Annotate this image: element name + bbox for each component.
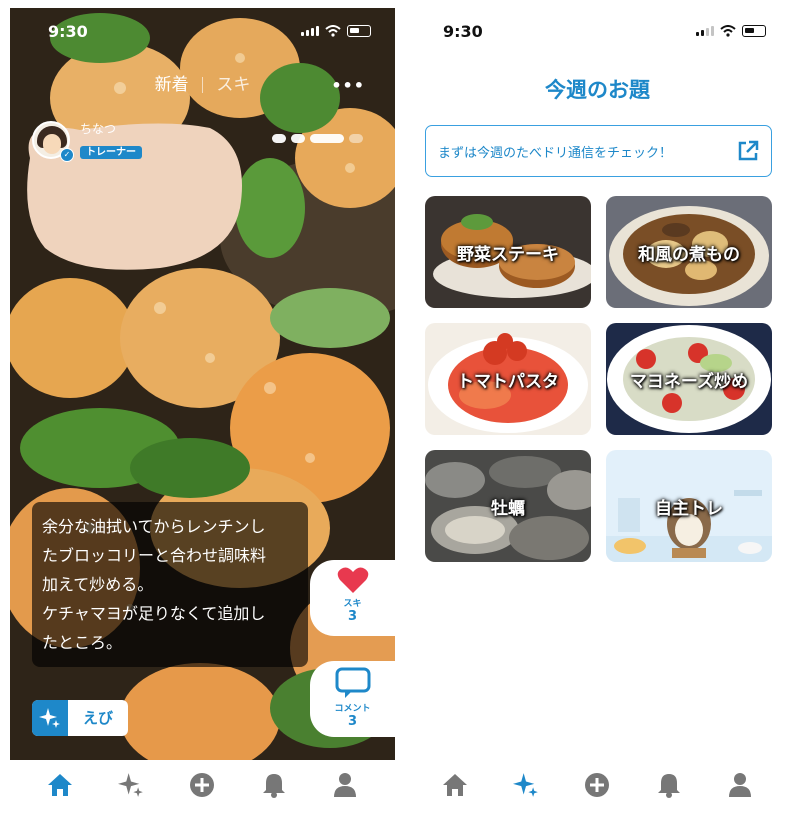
tab-like[interactable]: スキ: [208, 70, 258, 95]
caption-line: ケチャマヨが足りなくて追加し: [42, 604, 266, 623]
status-time: 9:30: [48, 22, 88, 41]
wifi-icon: [325, 25, 341, 37]
tab-divider: [202, 77, 203, 93]
bell-icon[interactable]: [653, 769, 685, 801]
comment-bubble-icon: [335, 667, 370, 698]
photo-page-indicator: [272, 134, 363, 143]
caption-line: たところ。: [42, 633, 123, 652]
author-name: ちなつ: [80, 122, 117, 136]
post-detail-screen: 9:30 新着 スキ ••• ✓ ちなつ トレーナー 余分な油拭いてからレンチン…: [10, 8, 395, 817]
comment-label: コメント: [334, 704, 371, 714]
status-bar: 9:30: [405, 8, 790, 56]
page-title: 今週のお題: [545, 78, 650, 102]
theme-card-label: トマトパスタ: [457, 371, 559, 392]
theme-card[interactable]: 和風の煮もの: [606, 196, 772, 308]
tab-new[interactable]: 新着: [147, 70, 197, 95]
plus-circle-icon[interactable]: [186, 769, 218, 801]
theme-tag-label: えび: [82, 709, 113, 727]
verified-check-icon: ✓: [60, 148, 74, 162]
weekly-theme-screen: 9:30 今週のお題 まずは今週のたべドリ通信をチェック！ 野菜ステーキ 和風の…: [405, 8, 790, 817]
wifi-icon: [720, 25, 736, 37]
theme-card-label: 和風の煮もの: [638, 244, 740, 265]
more-options-icon[interactable]: •••: [331, 76, 365, 95]
post-author[interactable]: ✓ ちなつ トレーナー: [32, 120, 142, 162]
home-icon[interactable]: [439, 769, 471, 801]
like-label: スキ: [343, 599, 362, 609]
person-icon[interactable]: [329, 769, 361, 801]
signal-icon: [696, 26, 714, 36]
comment-button[interactable]: コメント 3: [310, 661, 395, 737]
theme-card-label: 自主トレ: [655, 498, 723, 519]
battery-icon: [347, 25, 371, 37]
external-link-icon: [738, 140, 759, 161]
status-bar: 9:30: [10, 8, 395, 56]
like-count: 3: [347, 609, 358, 624]
theme-card[interactable]: マヨネーズ炒め: [606, 323, 772, 435]
bottom-tab-bar: [405, 760, 790, 817]
plus-circle-icon[interactable]: [581, 769, 613, 801]
caption-line: 加えて炒める。: [42, 575, 154, 594]
trainer-badge: トレーナー: [80, 146, 142, 159]
theme-tag-button[interactable]: えび: [32, 700, 128, 736]
caption-line: たブロッコリーと合わせ調味料: [42, 546, 267, 565]
post-caption: 余分な油拭いてからレンチンし たブロッコリーと合わせ調味料 加えて炒める。 ケチ…: [32, 502, 308, 667]
heart-icon: [337, 567, 368, 593]
signal-icon: [301, 26, 319, 36]
theme-card[interactable]: 野菜ステーキ: [425, 196, 591, 308]
status-time: 9:30: [443, 22, 483, 41]
theme-card-label: 野菜ステーキ: [457, 244, 559, 265]
bell-icon[interactable]: [258, 769, 290, 801]
like-button[interactable]: スキ 3: [310, 560, 395, 636]
theme-card-label: 牡蠣: [491, 498, 525, 519]
comment-count: 3: [347, 714, 358, 729]
newsletter-link-button[interactable]: まずは今週のたべドリ通信をチェック！: [425, 125, 772, 177]
bottom-tab-bar: [10, 760, 395, 817]
sparkle-icon[interactable]: [115, 769, 147, 801]
theme-card[interactable]: 牡蠣: [425, 450, 591, 562]
newsletter-label: まずは今週のたべドリ通信をチェック！: [438, 145, 673, 161]
theme-card[interactable]: 自主トレ: [606, 450, 772, 562]
battery-icon: [742, 25, 766, 37]
theme-card-label: マヨネーズ炒め: [629, 371, 749, 392]
theme-card[interactable]: トマトパスタ: [425, 323, 591, 435]
sparkle-icon[interactable]: [510, 769, 542, 801]
caption-line: 余分な油拭いてからレンチンし: [42, 517, 266, 536]
person-icon[interactable]: [724, 769, 756, 801]
sparkle-icon: [39, 708, 60, 728]
home-icon[interactable]: [44, 769, 76, 801]
